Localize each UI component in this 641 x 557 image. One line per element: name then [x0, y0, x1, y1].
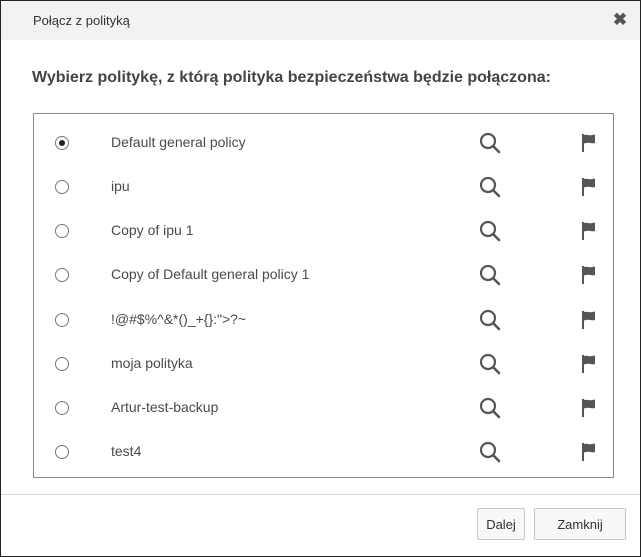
policy-label: Copy of ipu 1 — [111, 222, 194, 238]
policy-row[interactable]: !@#$%^&*()_+{}:">?~ — [34, 298, 613, 342]
policy-link-dialog: Połącz z polityką ✖ Wybierz politykę, z … — [0, 0, 641, 557]
policy-radio[interactable] — [55, 224, 69, 238]
search-icon[interactable] — [478, 440, 502, 464]
footer-divider — [1, 494, 640, 495]
policy-radio[interactable] — [55, 357, 69, 371]
flag-icon[interactable] — [581, 265, 597, 285]
flag-icon[interactable] — [581, 398, 597, 418]
next-button[interactable]: Dalej — [477, 508, 525, 540]
policy-radio[interactable] — [55, 136, 69, 150]
policy-radio[interactable] — [55, 268, 69, 282]
policy-row[interactable]: ipu — [34, 165, 613, 209]
policy-row[interactable]: test4 — [34, 430, 613, 474]
policy-radio[interactable] — [55, 313, 69, 327]
dialog-title: Połącz z polityką — [33, 13, 130, 28]
close-icon[interactable]: ✖ — [610, 9, 630, 31]
policy-list: Default general policy ipu Copy of ipu 1 Co… — [33, 113, 614, 478]
policy-row[interactable]: Artur-test-backup — [34, 386, 613, 430]
policy-radio[interactable] — [55, 180, 69, 194]
policy-label: Copy of Default general policy 1 — [111, 266, 310, 282]
policy-label: moja polityka — [111, 355, 193, 371]
flag-icon[interactable] — [581, 354, 597, 374]
search-icon[interactable] — [478, 175, 502, 199]
policy-row[interactable]: Copy of ipu 1 — [34, 209, 613, 253]
policy-row[interactable]: moja polityka — [34, 342, 613, 386]
search-icon[interactable] — [478, 396, 502, 420]
policy-radio[interactable] — [55, 445, 69, 459]
search-icon[interactable] — [478, 352, 502, 376]
policy-row[interactable]: Copy of Default general policy 1 — [34, 253, 613, 297]
flag-icon[interactable] — [581, 133, 597, 153]
dialog-heading: Wybierz politykę, z którą polityka bezpi… — [32, 69, 551, 86]
policy-label: !@#$%^&*()_+{}:">?~ — [111, 311, 247, 327]
policy-row[interactable]: Default general policy — [34, 121, 613, 165]
search-icon[interactable] — [478, 131, 502, 155]
flag-icon[interactable] — [581, 221, 597, 241]
flag-icon[interactable] — [581, 310, 597, 330]
search-icon[interactable] — [478, 219, 502, 243]
flag-icon[interactable] — [581, 442, 597, 462]
policy-label: ipu — [111, 178, 130, 194]
policy-radio[interactable] — [55, 401, 69, 415]
close-button[interactable]: Zamknij — [534, 508, 626, 540]
search-icon[interactable] — [478, 308, 502, 332]
policy-label: test4 — [111, 443, 142, 459]
policy-label: Artur-test-backup — [111, 399, 219, 415]
search-icon[interactable] — [478, 263, 502, 287]
dialog-titlebar: Połącz z polityką ✖ — [1, 1, 640, 40]
flag-icon[interactable] — [581, 177, 597, 197]
policy-label: Default general policy — [111, 134, 246, 150]
